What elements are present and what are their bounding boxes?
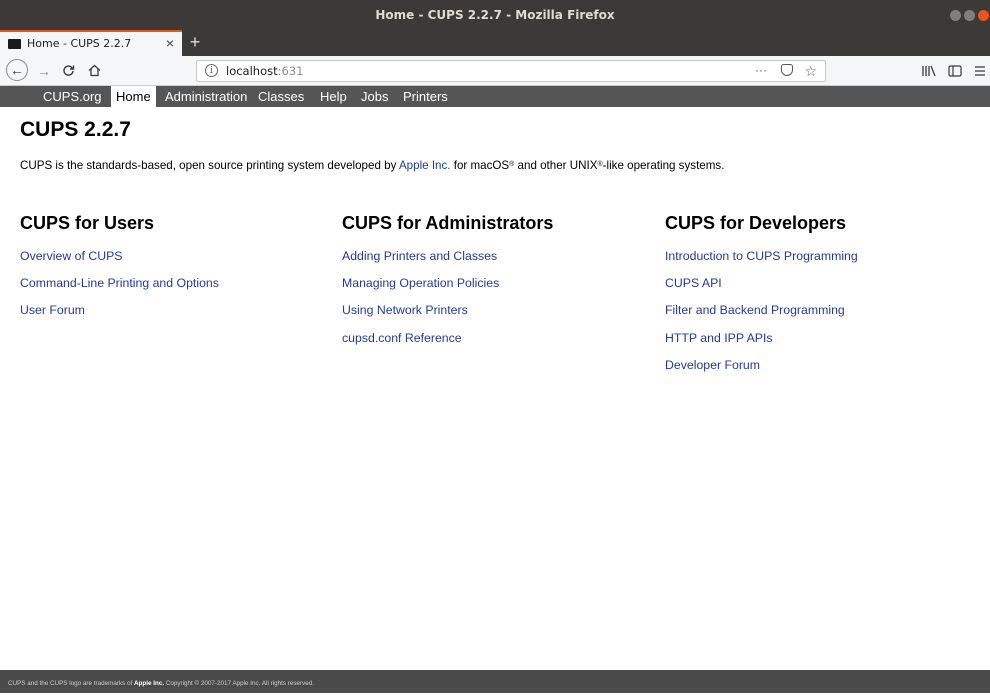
- library-icon[interactable]: [922, 60, 936, 84]
- link-filter-backend[interactable]: Filter and Backend Programming: [665, 302, 858, 329]
- window-title: Home - CUPS 2.2.7 - Mozilla Firefox: [375, 8, 615, 22]
- administrators-column: CUPS for Administrators Adding Printers …: [342, 210, 642, 345]
- tab-title: Home - CUPS 2.2.7: [27, 37, 132, 50]
- developers-links: Introduction to CUPS Programming CUPS AP…: [665, 248, 858, 384]
- users-links: Overview of CUPS Command-Line Printing a…: [20, 248, 219, 330]
- tab-home-cups[interactable]: Home - CUPS 2.2.7 ×: [0, 30, 182, 56]
- home-button[interactable]: [86, 60, 102, 82]
- administrators-links: Adding Printers and Classes Managing Ope…: [342, 248, 499, 357]
- nav-jobs[interactable]: Jobs: [356, 86, 393, 107]
- tab-strip: Home - CUPS 2.2.7 × +: [0, 30, 990, 56]
- cups-nav-bar: CUPS.org Home Administration Classes Hel…: [0, 86, 990, 107]
- link-cups-api[interactable]: CUPS API: [665, 275, 858, 302]
- link-developer-forum[interactable]: Developer Forum: [665, 357, 858, 384]
- page-footer: CUPS and the CUPS logo are trademarks of…: [0, 670, 990, 693]
- users-heading: CUPS for Users: [20, 213, 155, 233]
- nav-classes[interactable]: Classes: [253, 86, 309, 107]
- close-window-icon[interactable]: [978, 10, 989, 21]
- nav-home[interactable]: Home: [111, 86, 156, 107]
- nav-administration[interactable]: Administration: [160, 86, 252, 107]
- back-button[interactable]: ←: [6, 59, 28, 81]
- link-overview-of-cups[interactable]: Overview of CUPS: [20, 248, 219, 275]
- link-adding-printers[interactable]: Adding Printers and Classes: [342, 248, 499, 275]
- link-intro-programming[interactable]: Introduction to CUPS Programming: [665, 248, 858, 275]
- link-network-printers[interactable]: Using Network Printers: [342, 302, 499, 329]
- reload-icon: [62, 65, 74, 76]
- new-tab-button[interactable]: +: [186, 30, 204, 54]
- apple-link[interactable]: Apple Inc.: [399, 159, 451, 172]
- pocket-icon[interactable]: [781, 64, 793, 76]
- users-column: CUPS for Users Overview of CUPS Command-…: [20, 210, 320, 317]
- maximize-icon[interactable]: [964, 10, 975, 21]
- link-user-forum[interactable]: User Forum: [20, 302, 219, 329]
- window-titlebar: Home - CUPS 2.2.7 - Mozilla Firefox: [0, 0, 990, 30]
- developers-heading: CUPS for Developers: [665, 213, 847, 233]
- nav-help[interactable]: Help: [315, 86, 352, 107]
- nav-cups-org[interactable]: CUPS.org: [38, 86, 107, 107]
- bookmark-star-icon[interactable]: ☆: [804, 61, 817, 81]
- nav-printers[interactable]: Printers: [398, 86, 453, 107]
- page-actions-icon[interactable]: ···: [755, 61, 767, 79]
- hamburger-menu-icon[interactable]: [974, 60, 986, 84]
- address-bar[interactable]: i localhost:631 ··· ☆: [196, 60, 826, 82]
- home-icon: [88, 64, 100, 77]
- link-cupsd-conf[interactable]: cupsd.conf Reference: [342, 330, 499, 357]
- intro-paragraph: CUPS is the standards-based, open source…: [20, 159, 725, 172]
- page-title: CUPS 2.2.7: [20, 118, 131, 141]
- link-managing-policies[interactable]: Managing Operation Policies: [342, 275, 499, 302]
- close-tab-icon[interactable]: ×: [166, 32, 174, 55]
- reload-button[interactable]: [60, 60, 76, 82]
- administrators-heading: CUPS for Administrators: [342, 213, 554, 233]
- cups-favicon-icon: [8, 39, 21, 49]
- minimize-icon[interactable]: [950, 10, 961, 21]
- link-http-ipp-apis[interactable]: HTTP and IPP APIs: [665, 330, 858, 357]
- link-command-line-printing[interactable]: Command-Line Printing and Options: [20, 275, 219, 302]
- forward-button[interactable]: →: [36, 60, 52, 82]
- sidebar-icon[interactable]: [948, 60, 962, 84]
- site-info-icon[interactable]: i: [205, 64, 218, 77]
- navigation-toolbar: ← → i localhost:631 ··· ☆: [0, 56, 990, 86]
- url-text: localhost:631: [226, 64, 304, 78]
- developers-column: CUPS for Developers Introduction to CUPS…: [665, 210, 965, 372]
